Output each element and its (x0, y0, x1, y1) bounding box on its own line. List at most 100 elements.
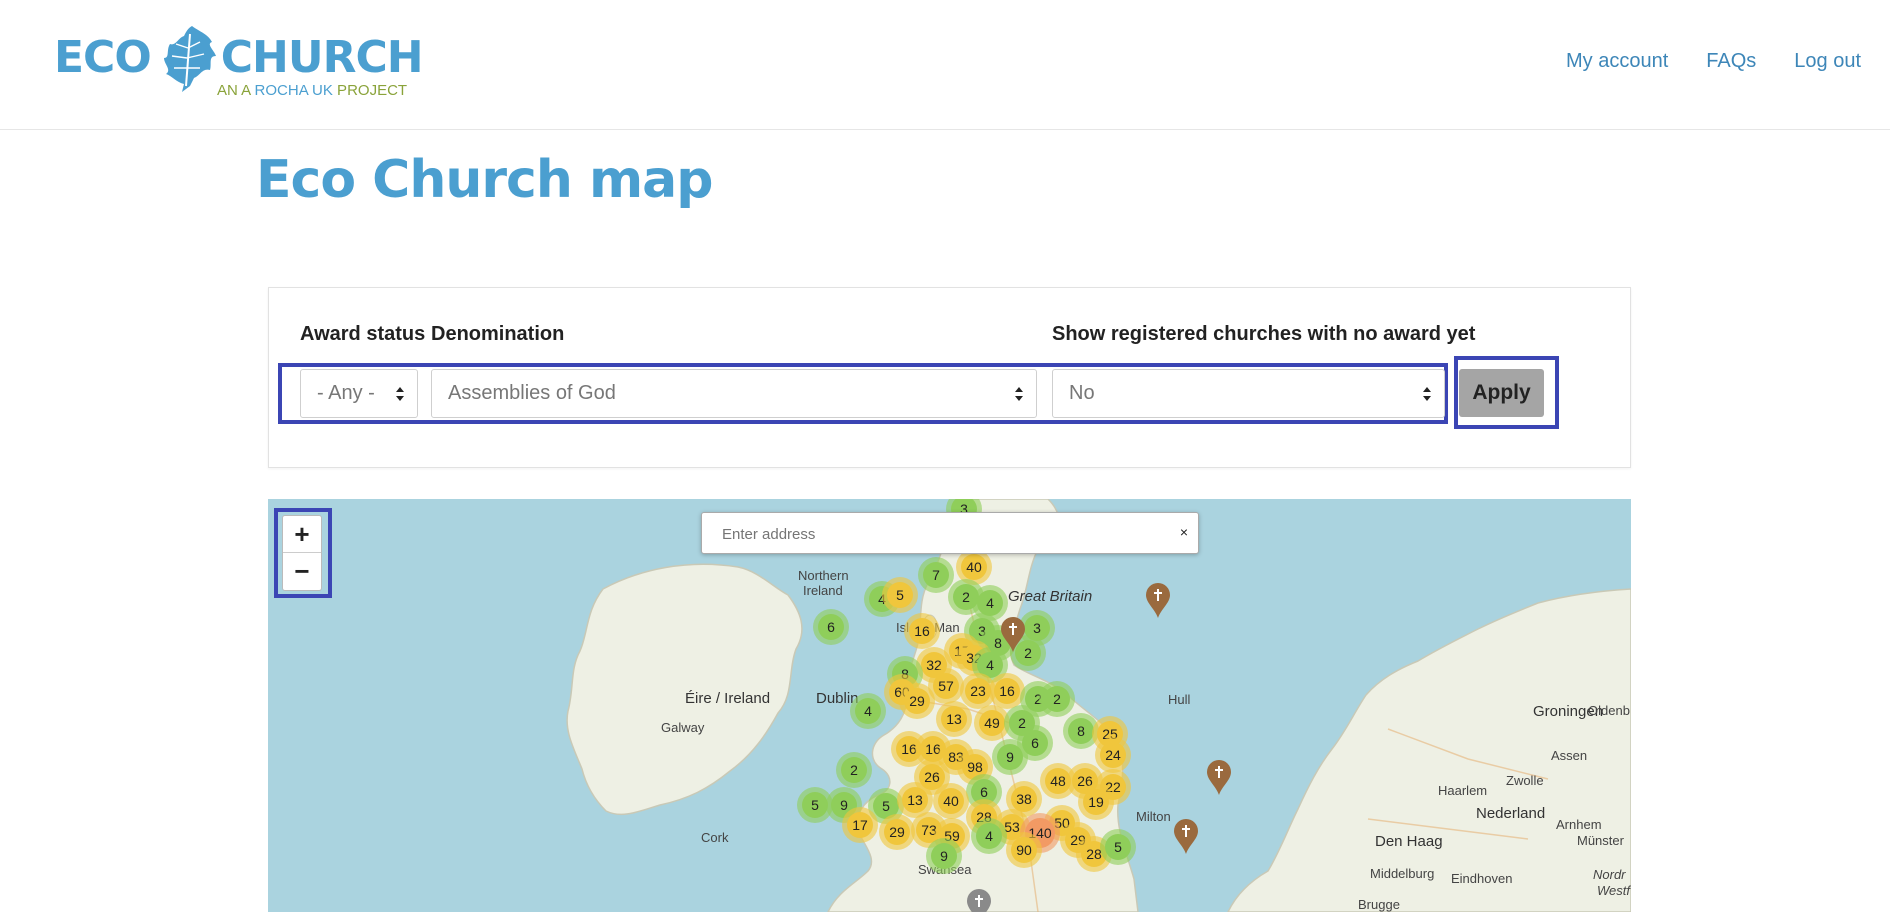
address-search: × (701, 512, 1199, 554)
map-label: Éire / Ireland (685, 690, 771, 707)
cluster-marker[interactable]: 5 (1100, 829, 1136, 865)
map-label: Nordr (1593, 867, 1626, 882)
map-label: Hull (1168, 692, 1191, 707)
award-status-label: Award status (300, 323, 426, 345)
clear-search-icon[interactable]: × (1180, 524, 1188, 540)
award-status-select[interactable]: - Any - (300, 369, 418, 418)
cluster-count: 17 (847, 812, 873, 838)
cluster-count: 6 (818, 614, 844, 640)
map-label: Cork (701, 830, 729, 845)
cluster-count: 9 (997, 744, 1023, 770)
map-label: Nederland (1476, 805, 1546, 822)
cluster-count: 5 (1105, 834, 1131, 860)
map-filters-panel: Award status Denomination Show registere… (268, 287, 1631, 468)
cluster-marker[interactable]: 9 (926, 838, 962, 874)
address-search-input[interactable] (722, 522, 1162, 546)
denomination-label: Denomination (431, 323, 565, 345)
cluster-marker[interactable]: 19 (1078, 784, 1114, 820)
church-map[interactable]: Northern Ireland Isle of Man Éire / Irel… (268, 499, 1631, 912)
cluster-marker[interactable]: 5 (882, 577, 918, 613)
church-pin-icon[interactable] (1206, 760, 1232, 796)
cluster-marker[interactable]: 40 (933, 783, 969, 819)
cluster-count: 5 (802, 792, 828, 818)
cluster-marker[interactable]: 7 (918, 557, 954, 593)
map-label: Oldenb (1588, 703, 1630, 718)
logo-tagline: AN A ROCHA UK PROJECT (217, 82, 408, 99)
apply-button[interactable]: Apply (1459, 369, 1544, 417)
oak-leaf-icon (164, 26, 216, 92)
cluster-count: 38 (1011, 786, 1037, 812)
cluster-marker[interactable]: 16 (989, 673, 1025, 709)
map-label: Westf (1597, 883, 1630, 898)
denomination-select[interactable]: Assemblies of God (431, 369, 1037, 418)
cluster-count: 23 (965, 678, 991, 704)
select-arrows-icon (396, 387, 404, 401)
map-label: Haarlem (1438, 783, 1488, 798)
map-label: Middelburg (1370, 866, 1435, 881)
cluster-count: 2 (1044, 686, 1070, 712)
cluster-count: 13 (941, 706, 967, 732)
church-pin-icon[interactable] (1145, 583, 1171, 619)
cluster-count: 5 (887, 582, 913, 608)
cluster-count: 4 (855, 698, 881, 724)
map-label: Den Haag (1375, 833, 1443, 850)
cluster-marker[interactable]: 4 (850, 693, 886, 729)
church-pin-icon[interactable] (1000, 617, 1026, 653)
cluster-count: 19 (1083, 789, 1109, 815)
nav-log-out[interactable]: Log out (1794, 50, 1861, 73)
cluster-marker[interactable]: 29 (879, 814, 915, 850)
cluster-marker[interactable]: 2 (836, 752, 872, 788)
cluster-count: 4 (976, 823, 1002, 849)
logo-wordmark: ECO CHURCH (54, 32, 424, 83)
show-registered-value: No (1069, 382, 1095, 404)
zoom-highlight (274, 508, 332, 598)
map-label: Zwolle (1506, 773, 1544, 788)
church-pin-icon[interactable] (1173, 819, 1199, 855)
site-header: ECO CHURCH AN A ROCHA UK PROJECT My accou… (0, 0, 1890, 130)
award-status-value: - Any - (317, 382, 375, 404)
map-label: Brugge (1358, 897, 1400, 912)
map-label: Assen (1551, 748, 1588, 763)
map-label: Northern (798, 568, 849, 583)
cluster-marker[interactable]: 4 (971, 818, 1007, 854)
map-label: Great Britain (1008, 588, 1093, 605)
show-registered-select[interactable]: No (1052, 369, 1445, 418)
nav-faqs[interactable]: FAQs (1706, 50, 1756, 73)
eco-church-logo[interactable]: ECO CHURCH AN A ROCHA UK PROJECT (54, 24, 424, 104)
cluster-count: 8 (1068, 718, 1094, 744)
cluster-count: 13 (902, 787, 928, 813)
cluster-count: 40 (961, 554, 987, 580)
show-registered-label: Show registered churches with no award y… (1052, 323, 1476, 345)
cluster-count: 9 (931, 843, 957, 869)
church-pin-icon[interactable] (966, 889, 992, 912)
cluster-marker[interactable]: 6 (813, 609, 849, 645)
cluster-marker[interactable]: 17 (842, 807, 878, 843)
cluster-marker[interactable]: 29 (899, 683, 935, 719)
cluster-marker[interactable]: 13 (936, 701, 972, 737)
map-label: Arnhem (1556, 817, 1602, 832)
cluster-count: 49 (979, 710, 1005, 736)
cluster-count: 7 (923, 562, 949, 588)
cluster-count: 29 (884, 819, 910, 845)
cluster-count: 40 (938, 788, 964, 814)
cluster-marker[interactable]: 16 (904, 613, 940, 649)
select-arrows-icon (1423, 387, 1431, 401)
cluster-marker[interactable]: 9 (992, 739, 1028, 775)
main-nav: My account FAQs Log out (1566, 50, 1861, 73)
map-label: Eindhoven (1451, 871, 1513, 886)
page-title: Eco Church map (256, 150, 713, 210)
cluster-count: 90 (1011, 837, 1037, 863)
nav-my-account[interactable]: My account (1566, 50, 1668, 73)
cluster-marker[interactable]: 2 (1039, 681, 1075, 717)
map-label: Ireland (803, 583, 843, 598)
denomination-value: Assemblies of God (448, 382, 616, 404)
cluster-marker[interactable]: 90 (1006, 832, 1042, 868)
map-label: Milton (1136, 809, 1171, 824)
cluster-count: 16 (909, 618, 935, 644)
map-label: Münster (1577, 833, 1624, 848)
select-arrows-icon (1015, 387, 1023, 401)
cluster-marker[interactable]: 24 (1095, 737, 1131, 773)
map-label: Galway (661, 720, 705, 735)
cluster-count: 24 (1100, 742, 1126, 768)
cluster-count: 29 (904, 688, 930, 714)
